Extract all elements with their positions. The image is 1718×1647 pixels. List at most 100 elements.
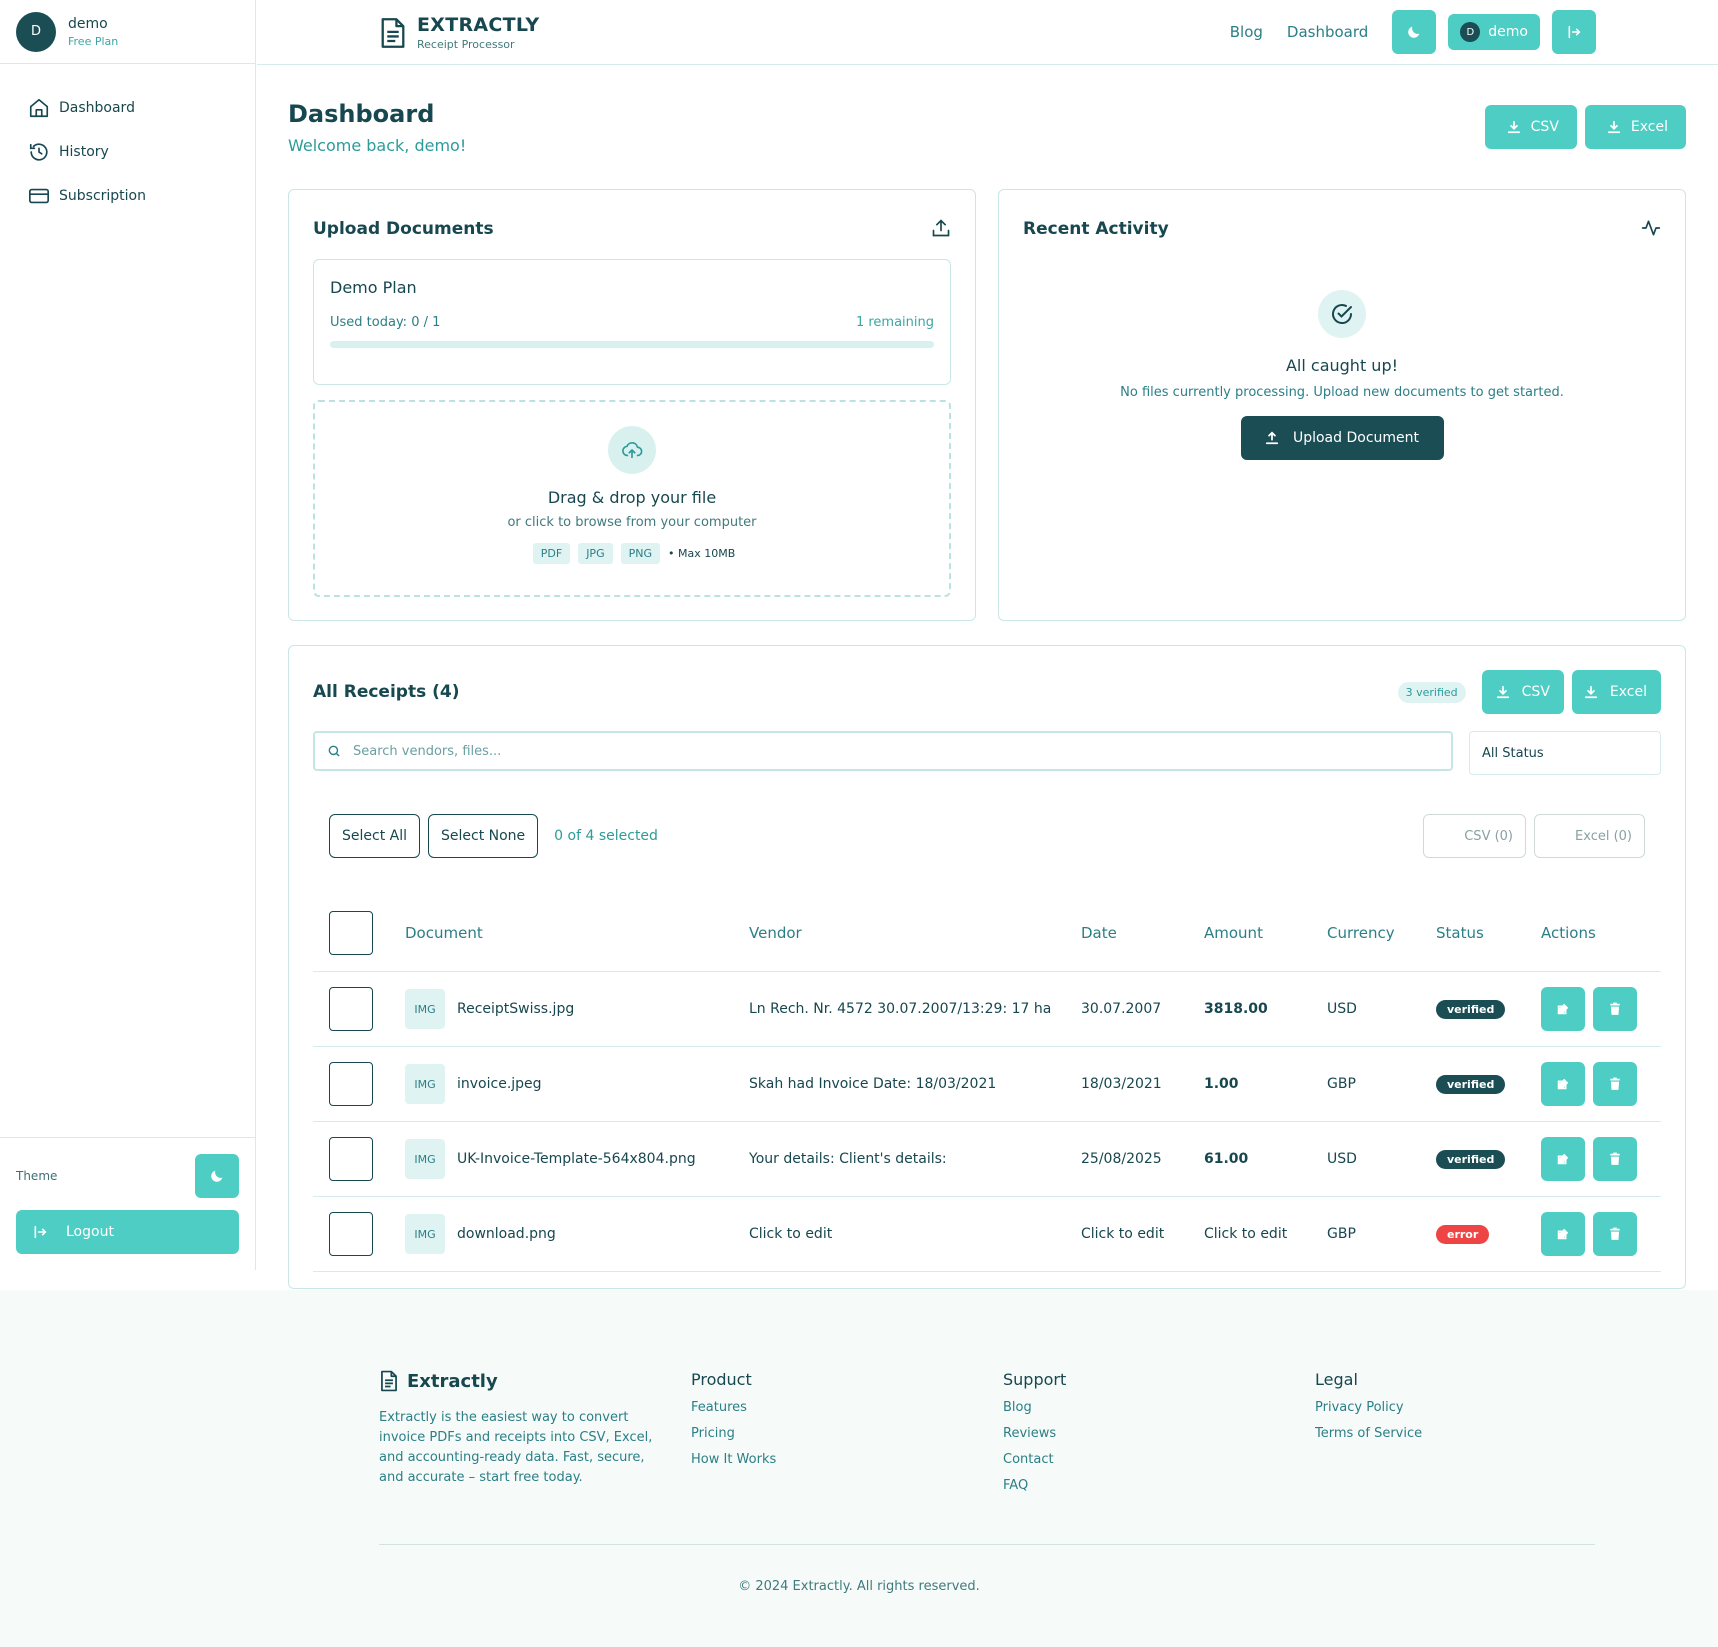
currency-cell[interactable]: USD — [1327, 972, 1357, 1046]
brand-subtitle: Receipt Processor — [417, 38, 515, 51]
vendor-cell[interactable]: Click to edit — [749, 1197, 832, 1271]
currency-cell[interactable]: USD — [1327, 1122, 1357, 1196]
column-header-date[interactable]: Date — [1081, 895, 1117, 971]
logout-button[interactable]: Logout — [16, 1210, 239, 1254]
edit-button[interactable] — [1541, 1137, 1585, 1181]
sidebar-item-subscription[interactable]: Subscription — [0, 174, 255, 218]
select-all-checkbox[interactable] — [329, 911, 373, 955]
delete-button[interactable] — [1593, 987, 1637, 1031]
column-header-actions: Actions — [1541, 924, 1596, 942]
download-icon — [1584, 685, 1610, 699]
nav-link-dashboard[interactable]: Dashboard — [1287, 23, 1368, 41]
column-header-currency[interactable]: Currency — [1327, 895, 1395, 971]
select-all-button[interactable]: Select All — [329, 814, 420, 858]
receipts-export-excel-button[interactable]: Excel — [1571, 670, 1661, 714]
file-name[interactable]: ReceiptSwiss.jpg — [457, 1001, 574, 1017]
row-checkbox[interactable] — [329, 1212, 373, 1256]
sidebar-item-history[interactable]: History — [0, 130, 255, 174]
file-name[interactable]: UK-Invoice-Template-564x804.png — [457, 1151, 696, 1167]
edit-icon — [1556, 1002, 1570, 1016]
footer-link-privacy[interactable]: Privacy Policy — [1315, 1400, 1422, 1415]
download-icon — [1607, 120, 1631, 134]
footer-link-terms[interactable]: Terms of Service — [1315, 1426, 1422, 1441]
logout-button[interactable] — [1552, 10, 1596, 54]
sidebar-user[interactable]: D demo Free Plan — [0, 0, 255, 64]
file-name[interactable]: invoice.jpeg — [457, 1076, 542, 1092]
csv-label: CSV — [1521, 684, 1550, 700]
amount-cell[interactable]: 1.00 — [1204, 1047, 1239, 1121]
brand-logo[interactable]: EXTRACTLY Receipt Processor — [379, 14, 539, 51]
file-name[interactable]: download.png — [457, 1226, 556, 1242]
vendor-cell[interactable]: Skah had Invoice Date: 18/03/2021 — [749, 1047, 996, 1121]
currency-cell[interactable]: GBP — [1327, 1197, 1356, 1271]
row-checkbox[interactable] — [329, 1062, 373, 1106]
currency-cell[interactable]: GBP — [1327, 1047, 1356, 1121]
edit-button[interactable] — [1541, 1212, 1585, 1256]
search-placeholder: Search vendors, files... — [353, 743, 502, 759]
footer-link-faq[interactable]: FAQ — [1003, 1478, 1066, 1493]
vendor-cell[interactable]: Your details: Client's details: — [749, 1122, 947, 1196]
amount-cell[interactable]: Click to edit — [1204, 1197, 1287, 1271]
edit-icon — [1556, 1152, 1570, 1166]
footer-link-reviews[interactable]: Reviews — [1003, 1426, 1066, 1441]
column-header-amount[interactable]: Amount — [1204, 895, 1263, 971]
export-selected-csv-button[interactable]: CSV (0) — [1423, 814, 1527, 858]
edit-button[interactable] — [1541, 1062, 1585, 1106]
receipts-export-csv-button[interactable]: CSV — [1481, 670, 1564, 714]
credit-card-icon — [28, 185, 59, 207]
footer-link-contact[interactable]: Contact — [1003, 1452, 1066, 1467]
delete-button[interactable] — [1593, 1212, 1637, 1256]
column-header-document[interactable]: Document — [405, 895, 483, 971]
export-csv-button[interactable]: CSV — [1484, 105, 1577, 149]
date-cell[interactable]: 18/03/2021 — [1081, 1047, 1162, 1121]
export-selected-excel-button[interactable]: Excel (0) — [1534, 814, 1645, 858]
column-header-status[interactable]: Status — [1436, 895, 1484, 971]
date-cell[interactable]: Click to edit — [1081, 1197, 1164, 1271]
document-icon — [379, 1370, 407, 1392]
logout-icon — [1566, 24, 1582, 40]
table-row: IMG ReceiptSwiss.jpg Ln Rech. Nr. 4572 30… — [313, 972, 1661, 1047]
footer-link-how-it-works[interactable]: How It Works — [691, 1452, 776, 1467]
amount-cell[interactable]: 3818.00 — [1204, 972, 1268, 1046]
footer-link-features[interactable]: Features — [691, 1400, 776, 1415]
footer-heading-support: Support — [1003, 1370, 1067, 1389]
theme-toggle-button[interactable] — [1392, 10, 1437, 54]
plan-usage-box: Demo Plan Used today: 0 / 1 1 remaining — [313, 259, 951, 385]
date-cell[interactable]: 30.07.2007 — [1081, 972, 1161, 1046]
row-checkbox[interactable] — [329, 1137, 373, 1181]
delete-button[interactable] — [1593, 1137, 1637, 1181]
sidebar: D demo Free Plan Dashboard History Subsc… — [0, 0, 256, 1270]
row-checkbox[interactable] — [329, 987, 373, 1031]
status-filter-select[interactable]: All Status — [1469, 731, 1661, 775]
export-excel-button[interactable]: Excel — [1584, 105, 1686, 149]
date-cell[interactable]: 25/08/2025 — [1081, 1122, 1162, 1196]
footer-brand[interactable]: Extractly — [379, 1370, 659, 1392]
footer-description: Extractly is the easiest way to convert … — [379, 1410, 653, 1485]
nav-link-blog[interactable]: Blog — [1230, 23, 1263, 41]
sidebar-item-dashboard[interactable]: Dashboard — [0, 86, 255, 130]
select-none-button[interactable]: Select None — [428, 814, 539, 858]
upload-card-title: Upload Documents — [313, 219, 494, 239]
upload-document-button[interactable]: Upload Document — [1240, 416, 1444, 460]
download-icon — [1496, 685, 1522, 699]
footer-link-blog[interactable]: Blog — [1003, 1400, 1066, 1415]
welcome-message: Welcome back, demo! — [288, 136, 467, 155]
search-input[interactable]: Search vendors, files... — [313, 731, 1453, 771]
column-header-vendor[interactable]: Vendor — [749, 895, 802, 971]
edit-button[interactable] — [1541, 987, 1585, 1031]
logout-icon — [32, 1224, 66, 1240]
theme-toggle-button[interactable] — [195, 1154, 239, 1198]
moon-icon — [209, 1168, 225, 1184]
user-menu-button[interactable]: D demo — [1448, 14, 1540, 50]
sidebar-footer: Theme Logout — [0, 1137, 255, 1270]
file-drop-zone[interactable]: Drag & drop your file or click to browse… — [313, 400, 951, 597]
search-icon — [327, 744, 353, 758]
footer-link-pricing[interactable]: Pricing — [691, 1426, 776, 1441]
home-icon — [28, 97, 59, 119]
table-row: IMG invoice.jpeg Skah had Invoice Date: 1… — [313, 1047, 1661, 1122]
upload-document-label: Upload Document — [1292, 430, 1420, 446]
check-circle-icon — [1318, 290, 1366, 338]
vendor-cell[interactable]: Ln Rech. Nr. 4572 30.07.2007/13:29: 17 h… — [749, 972, 1051, 1046]
delete-button[interactable] — [1593, 1062, 1637, 1106]
amount-cell[interactable]: 61.00 — [1204, 1122, 1248, 1196]
